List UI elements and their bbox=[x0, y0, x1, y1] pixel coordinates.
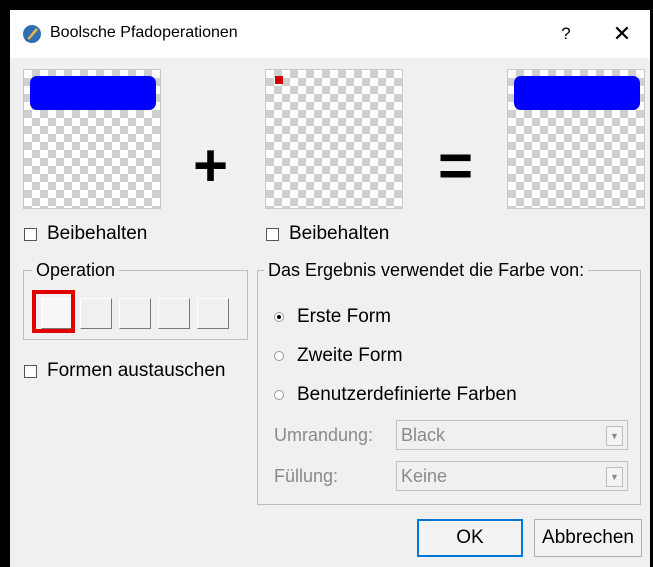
radio-custom-colors-row[interactable]: Benutzerdefinierte Farben bbox=[274, 384, 517, 406]
selected-operation-highlight bbox=[32, 290, 75, 333]
close-button[interactable]: ✕ bbox=[602, 18, 642, 50]
cancel-button[interactable]: Abbrechen bbox=[534, 519, 642, 557]
help-button[interactable]: ? bbox=[546, 18, 586, 50]
first-shape-preview bbox=[23, 69, 161, 209]
window-title: Boolsche Pfadoperationen bbox=[50, 24, 238, 41]
operation-button-division[interactable] bbox=[197, 298, 229, 329]
outline-combobox[interactable]: Black ▼ bbox=[396, 420, 628, 450]
radio-second-shape-row[interactable]: Zweite Form bbox=[274, 345, 403, 367]
keep-second-checkbox-row[interactable]: Beibehalten bbox=[266, 223, 389, 245]
operation-legend: Operation bbox=[32, 260, 120, 281]
title-bar: Boolsche Pfadoperationen ? ✕ bbox=[10, 10, 650, 58]
keep-first-checkbox[interactable] bbox=[24, 227, 37, 241]
result-color-legend: Das Ergebnis verwendet die Farbe von: bbox=[264, 260, 589, 281]
radio-second-shape-label: Zweite Form bbox=[297, 345, 403, 366]
ok-button[interactable]: OK bbox=[417, 519, 523, 557]
radio-second-shape[interactable] bbox=[274, 351, 284, 361]
second-shape bbox=[275, 76, 283, 84]
swap-shapes-checkbox[interactable] bbox=[24, 364, 37, 378]
inkpen-app-icon bbox=[23, 25, 41, 43]
equals-sign: = bbox=[438, 132, 474, 199]
outline-dropdown-arrow-icon[interactable]: ▼ bbox=[606, 426, 623, 446]
fill-value: Keine bbox=[401, 466, 448, 486]
keep-first-label: Beibehalten bbox=[47, 223, 148, 244]
result-preview bbox=[507, 69, 645, 209]
swap-shapes-label: Formen austauschen bbox=[47, 360, 226, 381]
fill-combobox[interactable]: Keine ▼ bbox=[396, 461, 628, 491]
fill-dropdown-arrow-icon[interactable]: ▼ bbox=[606, 467, 623, 487]
swap-shapes-checkbox-row[interactable]: Formen austauschen bbox=[24, 360, 226, 382]
result-shape bbox=[514, 76, 640, 110]
fill-label: Füllung: bbox=[274, 466, 339, 486]
radio-first-shape-label: Erste Form bbox=[297, 306, 391, 327]
keep-second-checkbox[interactable] bbox=[266, 227, 279, 241]
second-shape-preview bbox=[265, 69, 403, 209]
operation-button-exclusion[interactable] bbox=[158, 298, 190, 329]
plus-sign: + bbox=[193, 132, 229, 199]
operation-button-intersection[interactable] bbox=[119, 298, 151, 329]
radio-custom-colors-label: Benutzerdefinierte Farben bbox=[297, 384, 517, 405]
radio-custom-colors[interactable] bbox=[274, 390, 284, 400]
first-shape bbox=[30, 76, 156, 110]
outline-label: Umrandung: bbox=[274, 425, 374, 445]
radio-first-shape[interactable] bbox=[274, 312, 284, 322]
boolean-path-dialog: Boolsche Pfadoperationen ? ✕ + = Beibeha… bbox=[10, 10, 650, 567]
radio-first-shape-row[interactable]: Erste Form bbox=[274, 306, 391, 328]
operation-button-difference[interactable] bbox=[80, 298, 112, 329]
keep-first-checkbox-row[interactable]: Beibehalten bbox=[24, 223, 147, 245]
keep-second-label: Beibehalten bbox=[289, 223, 390, 244]
outline-value: Black bbox=[401, 425, 446, 445]
